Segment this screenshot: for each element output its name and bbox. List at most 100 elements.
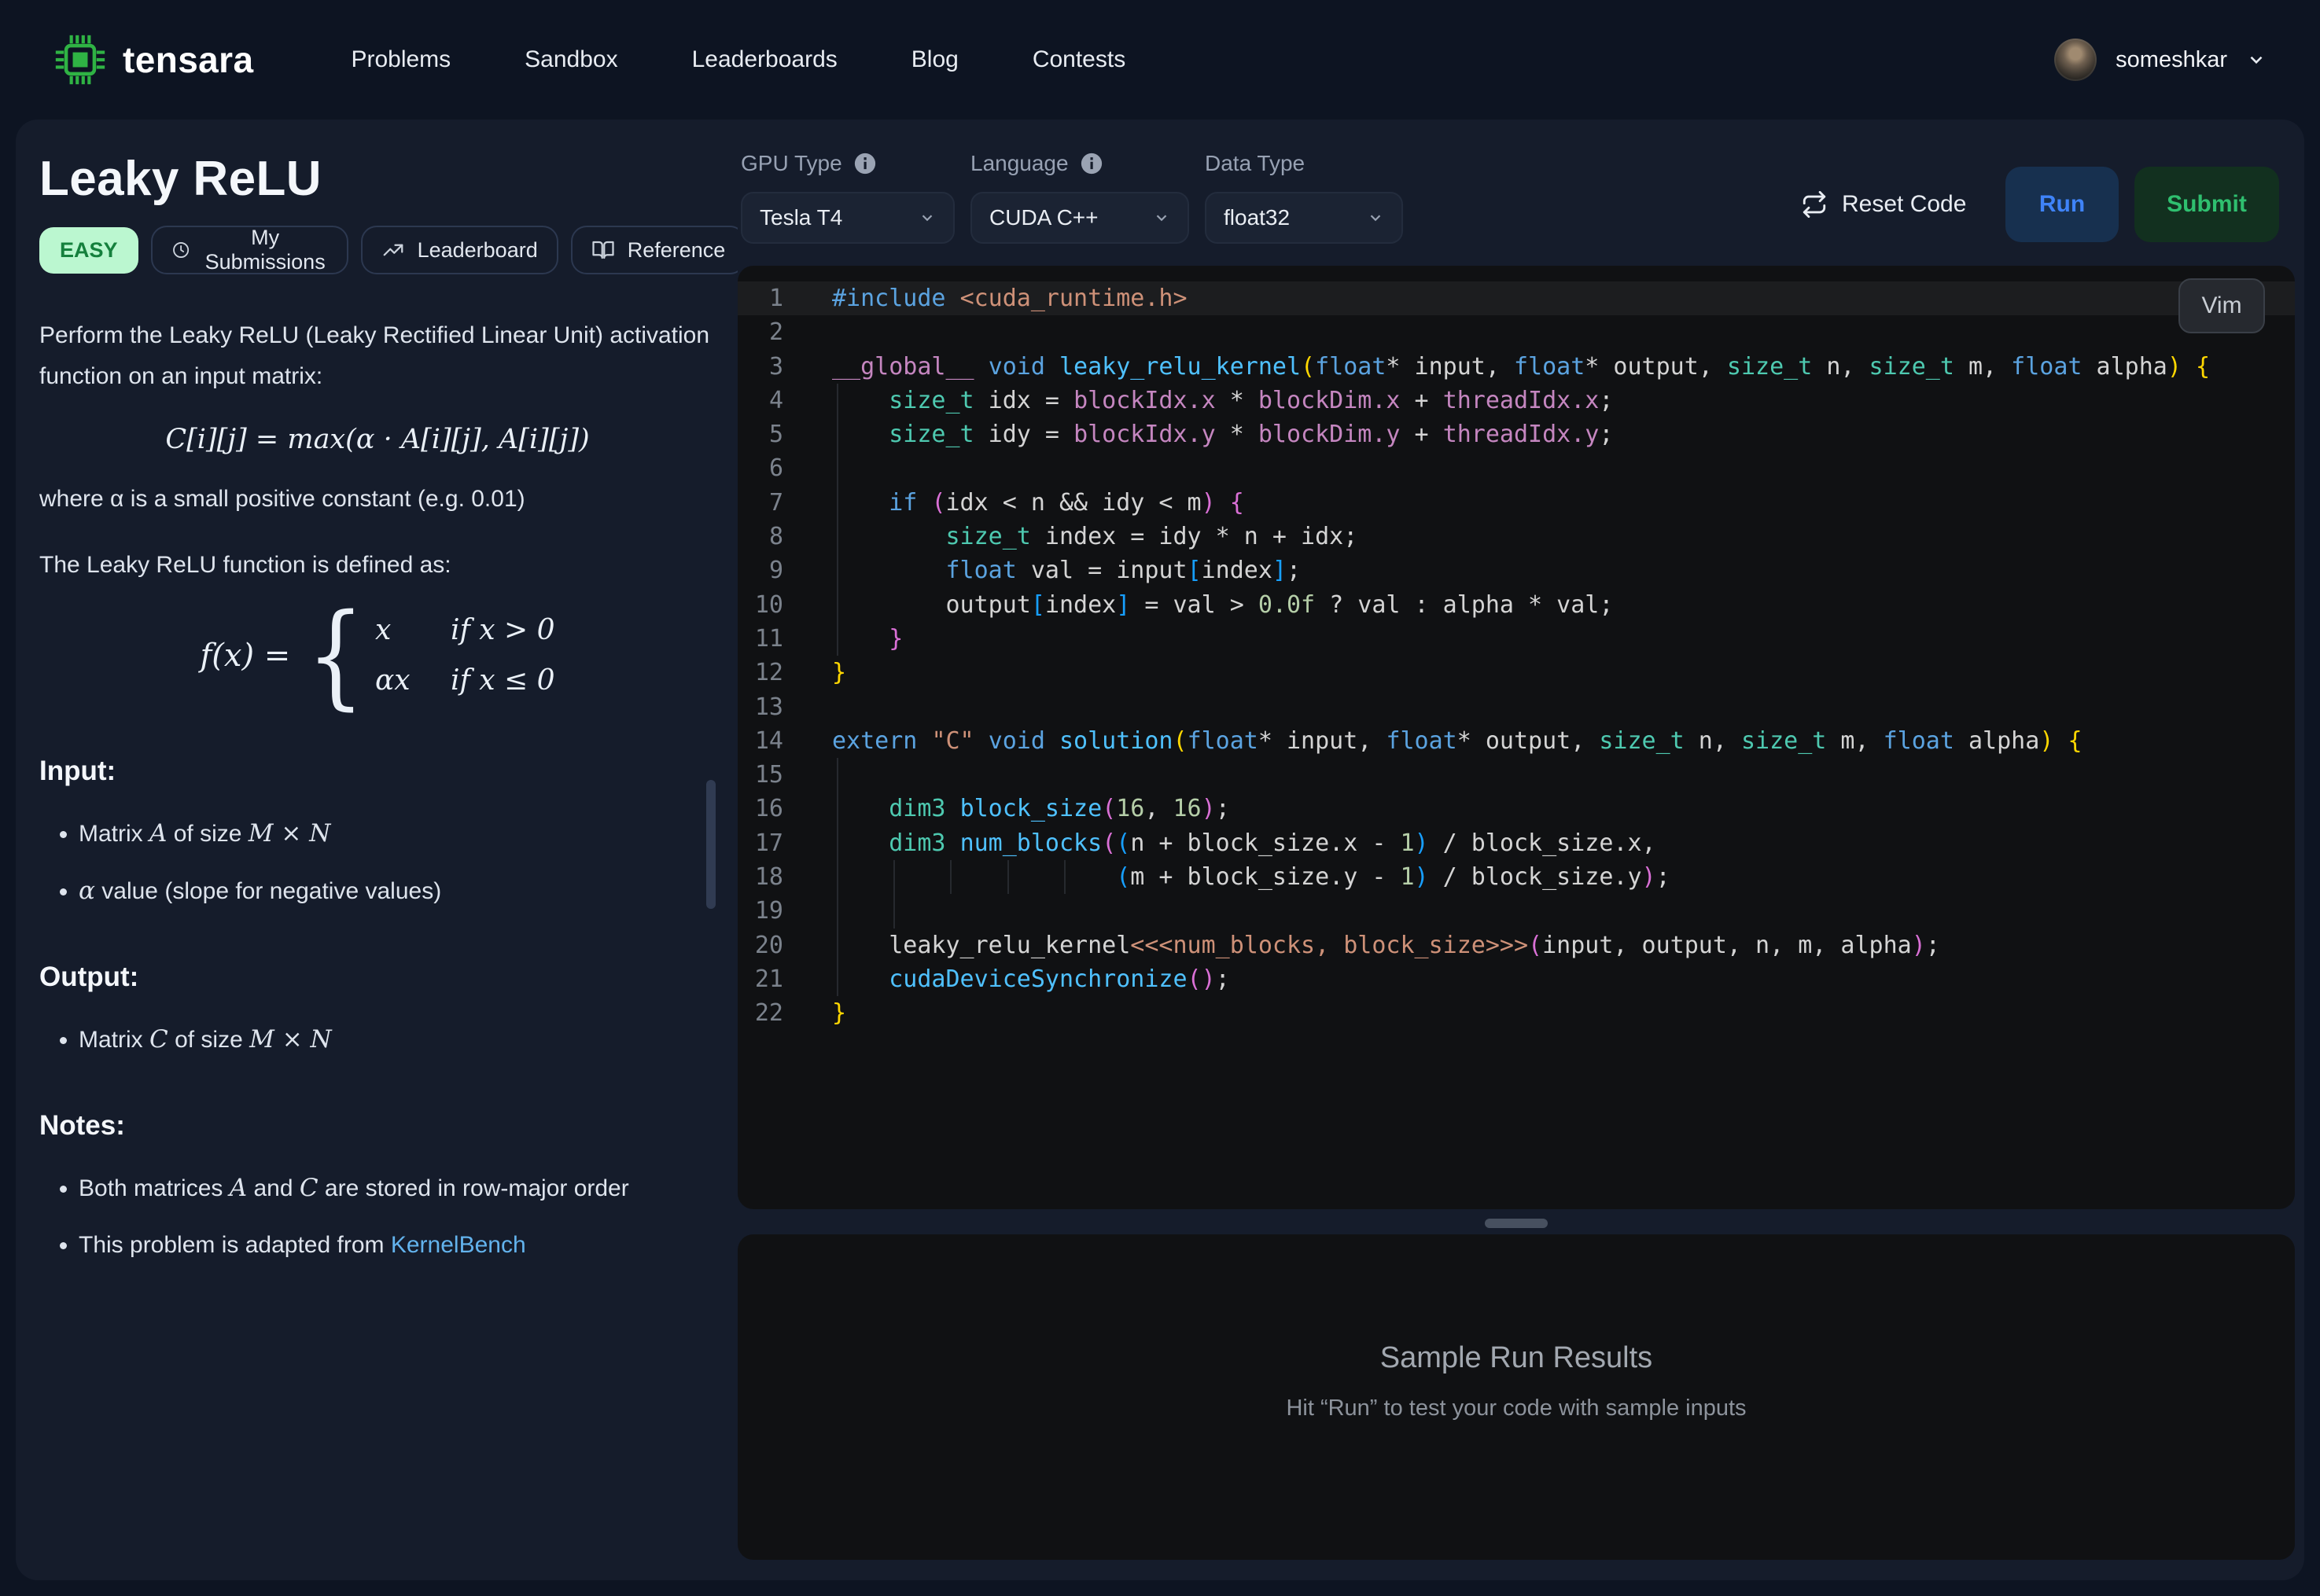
code-text: float val = input[index];	[832, 553, 1301, 587]
code-text: size_t idx = blockIdx.x * blockDim.x + t…	[832, 384, 1613, 417]
code-line-6: 6	[738, 451, 2295, 485]
math-symbol: M × N	[249, 819, 331, 848]
navbar: tensara Problems Sandbox Leaderboards Blog C…	[0, 0, 2320, 120]
vim-mode-button[interactable]: Vim	[2178, 278, 2265, 333]
code-text: size_t idy = blockIdx.y * blockDim.y + t…	[832, 417, 1613, 451]
piecewise-lhs: f(x) =	[201, 635, 291, 676]
nav-link-leaderboards[interactable]: Leaderboards	[692, 46, 838, 73]
chevron-down-icon	[2246, 50, 2267, 70]
info-icon[interactable]	[853, 152, 877, 175]
select-value: CUDA C++	[989, 205, 1099, 230]
submit-button[interactable]: Submit	[2134, 167, 2279, 242]
list-item: Matrix C of size M × N	[79, 1018, 716, 1061]
code-text: extern "C" void solution(float* input, f…	[832, 724, 2082, 758]
reference-button[interactable]: Reference	[571, 226, 738, 274]
nav-link-contests[interactable]: Contests	[1033, 46, 1125, 73]
action-label: My Submissions	[203, 226, 328, 274]
code-text: (m + block_size.y - 1) / block_size.y);	[832, 860, 1670, 894]
section-list: Matrix C of size M × N	[39, 1018, 716, 1061]
indent-guide	[837, 894, 838, 928]
section-heading: Output:	[39, 957, 716, 998]
code-line-10: 10 output[index] = val > 0.0f ? val : al…	[738, 588, 2295, 622]
line-number: 13	[738, 690, 783, 724]
scrollbar-thumb[interactable]	[706, 780, 716, 909]
page-title: Leaky ReLU	[39, 151, 713, 207]
code-line-18: 18 (m + block_size.y - 1) / block_size.y…	[738, 860, 2295, 894]
piecewise-brace: {	[307, 605, 364, 707]
line-number: 7	[738, 486, 783, 520]
results-title: Sample Run Results	[738, 1341, 2295, 1375]
info-icon[interactable]	[1080, 152, 1103, 175]
avatar	[2054, 39, 2097, 81]
chevron-down-icon	[1153, 209, 1170, 226]
reset-code-button[interactable]: Reset Code	[1801, 167, 1966, 242]
gpu-type-select[interactable]: Tesla T4	[741, 192, 955, 244]
leaderboard-button[interactable]: Leaderboard	[361, 226, 558, 274]
control-label: GPU Type	[741, 151, 955, 176]
line-number: 11	[738, 622, 783, 656]
code-line-8: 8 size_t index = idy * n + idx;	[738, 520, 2295, 553]
piecewise-formula: f(x) = { xif x > 0αxif x ≤ 0	[39, 605, 716, 707]
list-item: Both matrices A and C are stored in row-…	[79, 1167, 716, 1210]
code-editor[interactable]: 1#include <cuda_runtime.h>23__global__ v…	[738, 266, 2295, 1209]
piecewise-case: xif x > 0	[375, 612, 555, 649]
results-hint: Hit “Run” to test your code with sample …	[738, 1396, 2295, 1421]
line-number: 20	[738, 929, 783, 962]
list-item: α value (slope for negative values)	[79, 870, 716, 913]
line-number: 6	[738, 451, 783, 485]
nav-links: Problems Sandbox Leaderboards Blog Contests	[351, 46, 1125, 73]
code-text: dim3 block_size(16, 16);	[832, 792, 1230, 826]
nav-link-blog[interactable]: Blog	[911, 46, 959, 73]
line-number: 3	[738, 350, 783, 384]
section-heading: Input:	[39, 751, 716, 792]
user-menu[interactable]: someshkar	[2054, 39, 2267, 81]
problem-description: Perform the Leaky ReLU (Leaky Rectified …	[39, 315, 716, 1267]
code-text: __global__ void leaky_relu_kernel(float*…	[832, 350, 2210, 384]
kernelbench-link[interactable]: KernelBench	[391, 1232, 526, 1258]
panel-resize-handle[interactable]	[1485, 1219, 1548, 1228]
code-line-17: 17 dim3 num_blocks((n + block_size.x - 1…	[738, 826, 2295, 860]
nav-link-sandbox[interactable]: Sandbox	[525, 46, 617, 73]
math-symbol: C	[300, 1174, 319, 1202]
code-text: leaky_relu_kernel<<<num_blocks, block_si…	[832, 929, 1940, 962]
code-line-5: 5 size_t idy = blockIdx.y * blockDim.y +…	[738, 417, 2295, 451]
problem-sections: Input:Matrix A of size M × Nα value (slo…	[39, 751, 716, 1267]
line-number: 15	[738, 758, 783, 792]
code-line-20: 20 leaky_relu_kernel<<<num_blocks, block…	[738, 929, 2295, 962]
brand[interactable]: tensara	[53, 33, 253, 86]
book-icon	[591, 238, 615, 262]
line-number: 4	[738, 384, 783, 417]
code-text: if (idx < n && idy < m) {	[832, 486, 1244, 520]
code-text: cudaDeviceSynchronize();	[832, 962, 1230, 996]
section-heading: Notes:	[39, 1105, 716, 1146]
code-line-2: 2	[738, 315, 2295, 349]
run-button[interactable]: Run	[2005, 167, 2119, 242]
nav-link-problems[interactable]: Problems	[351, 46, 451, 73]
workspace: GPU TypeTesla T4LanguageCUDA C++Data Typ…	[738, 120, 2304, 1580]
code-text: output[index] = val > 0.0f ? val : alpha…	[832, 588, 1613, 622]
reset-icon	[1801, 191, 1828, 218]
math-symbol: α	[79, 877, 95, 905]
line-number: 12	[738, 656, 783, 690]
code-text: dim3 num_blocks((n + block_size.x - 1) /…	[832, 826, 1656, 860]
line-number: 18	[738, 860, 783, 894]
language-select[interactable]: CUDA C++	[970, 192, 1189, 244]
trending-up-icon	[381, 238, 405, 262]
math-symbol: C	[149, 1025, 168, 1054]
indent-guide	[893, 894, 895, 928]
code-line-21: 21 cudaDeviceSynchronize();	[738, 962, 2295, 996]
line-number: 1	[738, 281, 783, 315]
data-type-select[interactable]: float32	[1205, 192, 1403, 244]
alpha-note: where α is a small positive constant (e.…	[39, 479, 716, 520]
action-buttons: My Submissions Leaderboard Reference	[151, 226, 738, 274]
my-submissions-button[interactable]: My Submissions	[151, 226, 348, 274]
code-line-12: 12}	[738, 656, 2295, 690]
indent-guide	[837, 758, 838, 792]
line-number: 2	[738, 315, 783, 349]
formula: C[i][j] = max(α · A[i][j], A[i][j])	[39, 419, 716, 460]
indent-guide	[837, 451, 838, 485]
code-text: }	[832, 656, 846, 690]
control-label: Data Type	[1205, 151, 1403, 176]
badges-row: EASY My SubmissionsLeaderboardReference	[39, 226, 713, 274]
line-number: 14	[738, 724, 783, 758]
